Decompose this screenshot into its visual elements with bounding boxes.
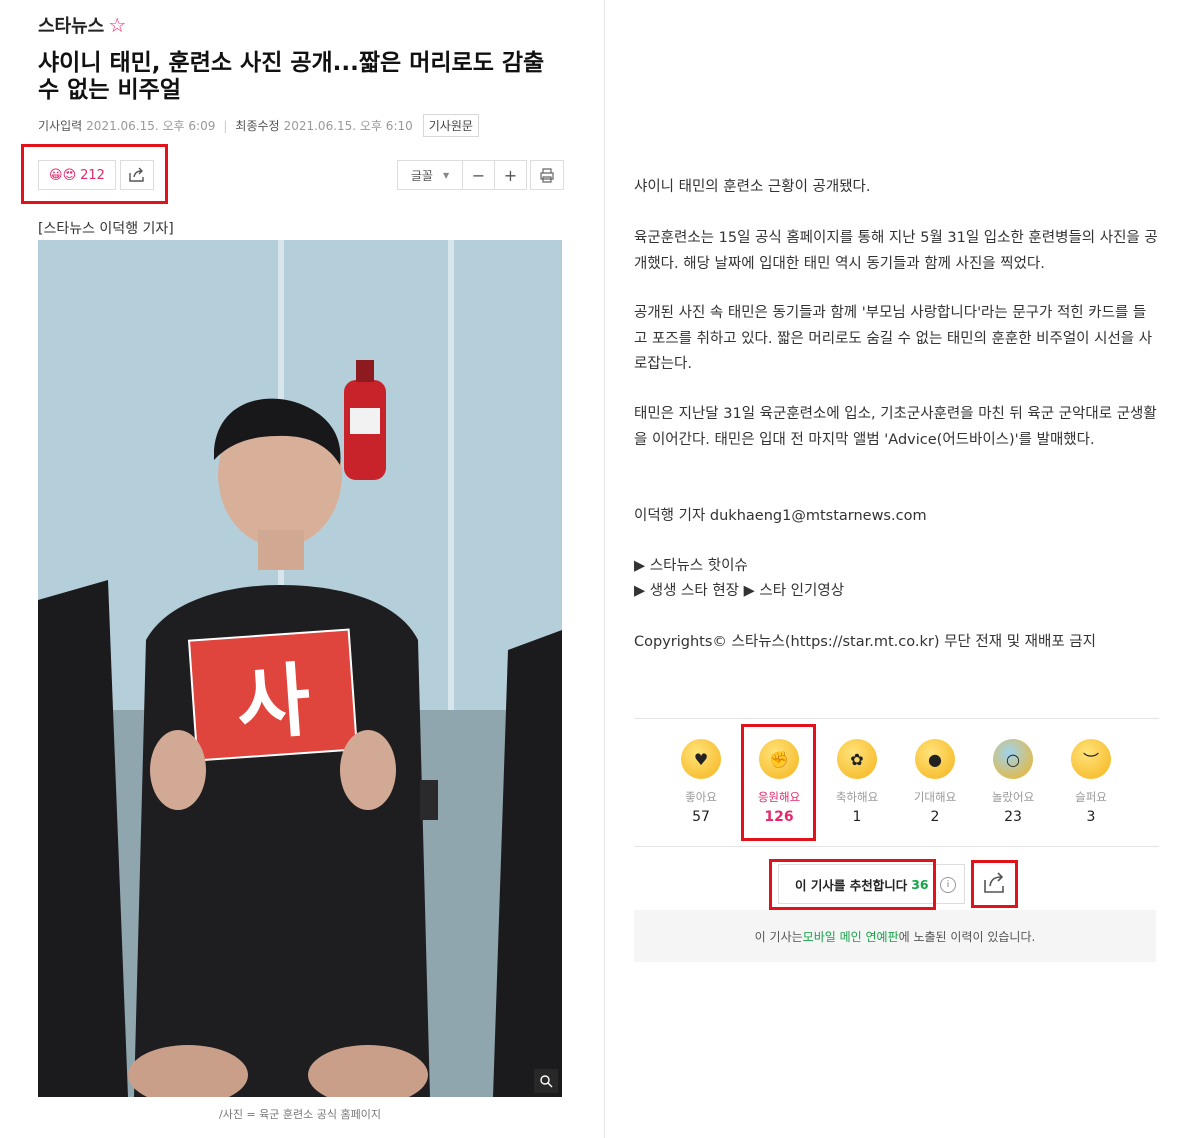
star-logo-icon: ☆ <box>108 13 127 37</box>
modified-label: 최종수정 <box>235 119 280 133</box>
origin-article-button[interactable]: 기사원문 <box>422 114 479 137</box>
reaction-count: 23 <box>1004 809 1022 825</box>
article-paragraph-1: 샤이니 태민의 훈련소 근황이 공개됐다. <box>634 179 871 195</box>
print-icon <box>540 168 554 183</box>
photo-card-text: 사 <box>234 654 314 752</box>
search-icon <box>540 1075 553 1088</box>
article-title: 샤이니 태민, 훈련소 사진 공개...짧은 머리로도 감출 수 없는 비주얼 <box>38 50 545 103</box>
heart-eyes-face-icon: ♥ <box>681 739 721 779</box>
reaction-like[interactable]: ♥ 좋아요 57 <box>662 739 740 825</box>
highlight-box-share <box>971 860 1018 908</box>
reaction-count: 2 <box>930 809 940 825</box>
byline: [스타뉴스 이덕행 기자] <box>38 221 174 237</box>
article-meta: 기사입력 2021.06.15. 오후 6:09 | 최종수정 2021.06.… <box>38 114 479 137</box>
reaction-count: 3 <box>1086 809 1096 825</box>
reaction-label: 기대해요 <box>913 790 957 804</box>
reaction-congrats[interactable]: ✿ 축하해요 1 <box>818 739 896 825</box>
photo-caption: /사진 = 육군 훈련소 공식 홈페이지 <box>219 1108 381 1121</box>
reaction-label: 슬퍼요 <box>1075 790 1107 804</box>
reaction-count: 1 <box>852 809 862 825</box>
link-hot-issue[interactable]: ▶ 스타뉴스 핫이슈 <box>634 554 1159 580</box>
reaction-count: 57 <box>692 809 710 825</box>
reaction-sad[interactable]: ︶ 슬퍼요 3 <box>1052 739 1130 825</box>
surprised-face-icon: ○ <box>993 739 1033 779</box>
sad-face-icon: ︶ <box>1071 739 1111 779</box>
link-star-videos[interactable]: ▶ 생생 스타 현장 ▶ 스타 인기영상 <box>634 579 1159 605</box>
reaction-label: 축하해요 <box>835 790 879 804</box>
brand-name: 스타뉴스 <box>38 16 105 37</box>
meta-divider: | <box>223 118 228 133</box>
input-time: 2021.06.15. 오후 6:09 <box>86 119 216 133</box>
left-column: 스타뉴스 ☆ 샤이니 태민, 훈련소 사진 공개...짧은 머리로도 감출 수 … <box>0 0 605 1138</box>
hopeful-face-icon: ● <box>915 739 955 779</box>
font-label: 글꼴 <box>410 168 433 183</box>
input-label: 기사입력 <box>38 119 83 133</box>
article-paragraph-3: 공개된 사진 속 태민은 동기들과 함께 '부모님 사랑합니다'라는 문구가 적… <box>634 305 1153 372</box>
reaction-label: 놀랐어요 <box>991 790 1035 804</box>
brand-logo[interactable]: 스타뉴스 ☆ <box>38 12 126 38</box>
info-icon[interactable]: i <box>940 877 956 893</box>
exposure-link[interactable]: 모바일 메인 연예판 <box>803 928 899 945</box>
reporter-email: 이덕행 기자 dukhaeng1@mtstarnews.com <box>634 508 927 524</box>
party-face-icon: ✿ <box>837 739 877 779</box>
highlight-box-cheer <box>741 724 816 841</box>
exposure-notice: 이 기사는 모바일 메인 연예판 에 노출된 이력이 있습니다. <box>634 910 1156 962</box>
modified-time: 2021.06.15. 오후 6:10 <box>283 119 413 133</box>
font-select[interactable]: 글꼴 ▼ <box>398 161 463 189</box>
article-photo[interactable]: 사 <box>38 240 562 1097</box>
reaction-label: 좋아요 <box>685 790 717 804</box>
exposure-prefix: 이 기사는 <box>754 929 803 944</box>
chevron-down-icon: ▼ <box>442 170 450 180</box>
article-paragraph-4: 태민은 지난달 31일 육군훈련소에 입소, 기초군사훈련을 마친 뒤 육군 군… <box>634 406 1157 448</box>
print-button[interactable] <box>530 160 564 190</box>
exposure-suffix: 에 노출된 이력이 있습니다. <box>898 929 1036 944</box>
reaction-panel: ♥ 좋아요 57 ✊ 응원해요 126 ✿ 축하해요 1 ● 기대해요 2 ○ … <box>634 718 1159 847</box>
reaction-surprised[interactable]: ○ 놀랐어요 23 <box>974 739 1052 825</box>
reaction-expect[interactable]: ● 기대해요 2 <box>896 739 974 825</box>
article-paragraph-2: 육군훈련소는 15일 공식 홈페이지를 통해 지난 5월 31일 입소한 훈련병… <box>634 230 1158 272</box>
zoom-button[interactable] <box>534 1069 558 1093</box>
font-decrease-button[interactable]: − <box>463 161 495 189</box>
highlight-box-toolbar <box>21 144 168 204</box>
font-controls: 글꼴 ▼ − + <box>397 160 527 190</box>
font-increase-button[interactable]: + <box>495 161 526 189</box>
copyright-notice: Copyrights© 스타뉴스(https://star.mt.co.kr) … <box>634 634 1096 650</box>
highlight-box-recommend <box>769 859 936 910</box>
article-photo-image: 사 <box>38 240 562 1097</box>
